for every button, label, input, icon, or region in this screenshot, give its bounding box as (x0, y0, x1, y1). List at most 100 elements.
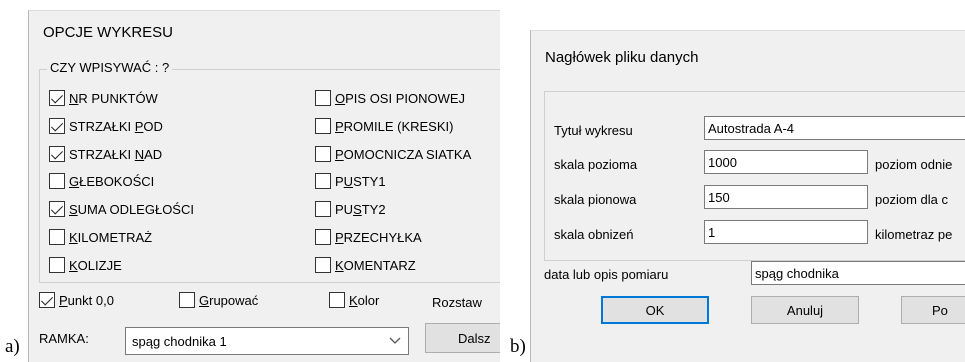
reduction-scale-label: skala obnizeń (554, 227, 634, 242)
checkbox-unchecked-icon[interactable] (315, 173, 331, 189)
checkbox-checked-icon[interactable] (49, 146, 65, 162)
cancel-button[interactable]: Anuluj (751, 296, 859, 324)
checkbox-label-post: olor (357, 292, 380, 308)
vertical-scale-label: skala pionowa (554, 192, 637, 207)
checkbox-option[interactable]: KILOMETRAŻ (49, 229, 152, 245)
checkbox-option[interactable]: SUMA ODLEGŁOŚCI (49, 201, 194, 217)
checkbox-label-ul: G (199, 292, 210, 308)
chart-options-dialog: OPCJE WYKRESU CZY WPISYWAĆ : ? NR PUNKTÓ… (28, 10, 500, 362)
checkbox-unchecked-icon[interactable] (315, 146, 331, 162)
vertical-scale-field[interactable]: 150 (704, 185, 868, 209)
checkbox-label-post: PIS OSI PIONOWEJ (345, 90, 466, 106)
checkbox-label: KOLIZJE (69, 258, 122, 273)
checkbox-label-post: R PUNKTÓW (78, 90, 158, 106)
checkbox-unchecked-icon[interactable] (315, 118, 331, 134)
chainage-label: kilometraz pe (875, 227, 953, 242)
checkbox-label-ul: N (134, 146, 145, 162)
ramka-label: RAMKA: (39, 331, 89, 346)
date-field[interactable]: spąg chodnika (751, 261, 965, 285)
checkbox-label-post: rupować (209, 292, 259, 308)
checkbox-label-post: RZECHYŁKA (343, 229, 422, 245)
checkbox-label-pre: STRZAŁKI (69, 146, 135, 162)
checkbox-label: NR PUNKTÓW (69, 91, 158, 106)
horizontal-scale-field[interactable]: 1000 (704, 150, 868, 174)
checkbox-label-post: OMOCNICZA SIATKA (343, 146, 472, 162)
checkbox-label-post: unkt 0,0 (67, 292, 114, 308)
checkbox-option[interactable]: POMOCNICZA SIATKA (315, 146, 471, 162)
caption-b: b) (510, 336, 526, 357)
ok-button[interactable]: OK (601, 296, 709, 324)
checkbox-checked-icon[interactable] (49, 90, 65, 106)
checkbox-option[interactable]: STRZAŁKI POD (49, 118, 163, 134)
checkbox-label: KOMENTARZ (335, 258, 416, 273)
checkbox-label: PROMILE (KRESKI) (335, 119, 453, 134)
checkbox-label-ul: P (335, 146, 344, 162)
third-button[interactable]: Po (901, 296, 965, 324)
title-label: Tytuł wykresu (554, 123, 633, 138)
checkbox-label-ul: K (69, 229, 78, 245)
checkbox-option[interactable]: STRZAŁKI NAD (49, 146, 162, 162)
checkbox-unchecked-icon[interactable] (329, 292, 345, 308)
checkbox-label: POMOCNICZA SIATKA (335, 147, 471, 162)
checkbox-label-pre: PU (335, 201, 354, 217)
checkbox-option[interactable]: PROMILE (KRESKI) (315, 118, 453, 134)
checkbox-label-ul: O (335, 90, 346, 106)
checkbox-option[interactable]: Grupować (179, 292, 258, 308)
checkbox-label-post: OMENTARZ (343, 257, 416, 273)
checkbox-label: Grupować (199, 293, 258, 308)
checkbox-label-post: TY2 (361, 201, 386, 217)
checkbox-label-ul: N (69, 90, 79, 106)
checkbox-unchecked-icon[interactable] (315, 90, 331, 106)
checkbox-checked-icon[interactable] (49, 118, 65, 134)
checkbox-unchecked-icon[interactable] (315, 201, 331, 217)
checkbox-unchecked-icon[interactable] (315, 229, 331, 245)
checkbox-label: Punkt 0,0 (59, 293, 114, 308)
checkbox-unchecked-icon[interactable] (179, 292, 195, 308)
checkbox-unchecked-icon[interactable] (49, 173, 65, 189)
dialog-title: OPCJE WYKRESU (43, 24, 174, 41)
next-button[interactable]: Dalsz (425, 323, 500, 353)
checkbox-label-ul: P (59, 292, 68, 308)
checkbox-label-post: ILOMETRAŻ (77, 229, 153, 245)
chevron-down-icon (389, 337, 401, 344)
checkbox-option[interactable]: Kolor (329, 292, 379, 308)
checkbox-option[interactable]: PUSTY1 (315, 173, 386, 189)
checkbox-option[interactable]: PUSTY2 (315, 201, 386, 217)
checkbox-label-post: ŁEBOKOŚCI (79, 173, 155, 189)
checkbox-checked-icon[interactable] (39, 292, 55, 308)
checkbox-option[interactable]: Punkt 0,0 (39, 292, 114, 308)
checkbox-label-ul: U (343, 173, 354, 189)
checkbox-option[interactable]: KOMENTARZ (315, 257, 416, 273)
checkbox-label-post: AD (144, 146, 163, 162)
checkbox-label: STRZAŁKI POD (69, 119, 163, 134)
checkbox-label-ul: P (335, 118, 344, 134)
horizontal-scale-label: skala pozioma (554, 157, 638, 172)
checkbox-label-ul: K (335, 257, 344, 273)
checkbox-label-pre: P (335, 173, 344, 189)
rozstaw-label: Rozstaw (432, 295, 482, 310)
caption-a: a) (5, 336, 20, 357)
checkbox-unchecked-icon[interactable] (315, 257, 331, 273)
checkbox-unchecked-icon[interactable] (49, 229, 65, 245)
checkbox-option[interactable]: PRZECHYŁKA (315, 229, 422, 245)
checkbox-option[interactable]: KOLIZJE (49, 257, 122, 273)
checkbox-label-ul: K (69, 257, 78, 273)
checkbox-label: PRZECHYŁKA (335, 230, 422, 245)
title-field[interactable]: Autostrada A-4 (704, 116, 965, 140)
checkbox-option[interactable]: GŁEBOKOŚCI (49, 173, 154, 189)
checkbox-unchecked-icon[interactable] (49, 257, 65, 273)
ramka-select[interactable]: spąg chodnika 1 (125, 327, 409, 355)
checkbox-option[interactable]: OPIS OSI PIONOWEJ (315, 90, 465, 106)
checkbox-label-post: ROMILE (KRESKI) (343, 118, 454, 134)
date-label: data lub opis pomiaru (544, 267, 669, 282)
checkbox-label-ul: S (353, 201, 362, 217)
level-for-label: poziom dla c (875, 192, 948, 207)
checkbox-label: KILOMETRAŻ (69, 230, 152, 245)
checkbox-label: OPIS OSI PIONOWEJ (335, 91, 465, 106)
checkbox-label-ul: S (69, 201, 78, 217)
checkbox-label-ul: K (349, 292, 358, 308)
checkbox-option[interactable]: NR PUNKTÓW (49, 90, 158, 106)
reduction-scale-field[interactable]: 1 (704, 220, 868, 244)
checkbox-checked-icon[interactable] (49, 201, 65, 217)
checkbox-label: PUSTY1 (335, 174, 386, 189)
